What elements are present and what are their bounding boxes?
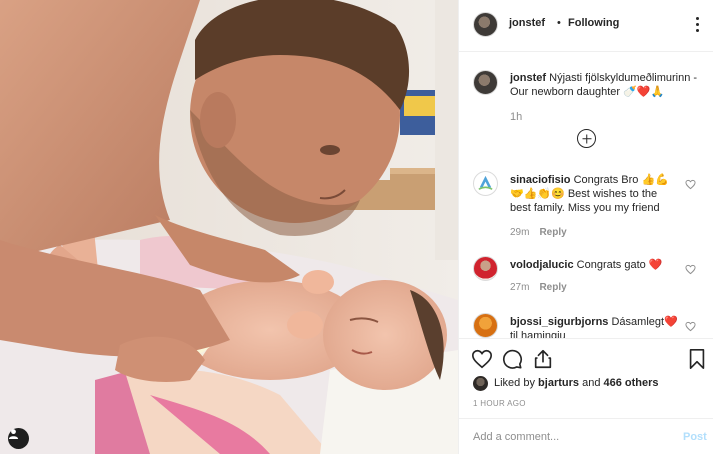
post-side-panel: jonstef • Following jonstef Nýjasti fjöl…: [458, 0, 713, 454]
likes-conjunction: and: [582, 377, 601, 389]
post-comment-button[interactable]: Post: [683, 431, 707, 443]
post-photo[interactable]: [0, 0, 458, 454]
commenter-username[interactable]: bjossi_sigurbjorns: [510, 316, 608, 328]
caption-username[interactable]: jonstef: [510, 72, 546, 84]
comment-time[interactable]: 27m: [510, 282, 529, 293]
author-avatar[interactable]: [473, 12, 498, 37]
post-header: jonstef • Following: [459, 0, 713, 52]
share-icon[interactable]: [532, 348, 554, 370]
comment-time[interactable]: 29m: [510, 227, 529, 238]
likes-others[interactable]: 466 others: [604, 377, 659, 389]
reply-button[interactable]: Reply: [539, 227, 566, 238]
reply-button[interactable]: Reply: [539, 282, 566, 293]
action-bar: [459, 338, 713, 378]
bookmark-icon[interactable]: [686, 348, 708, 370]
liker-avatar[interactable]: [473, 375, 488, 391]
comment-icon[interactable]: [501, 348, 523, 370]
comments-list[interactable]: jonstef Nýjasti fjölskyldumeðlimurinn - …: [459, 53, 713, 338]
comment-like-heart-icon[interactable]: [685, 179, 696, 190]
user-tag-icon[interactable]: [8, 428, 29, 449]
caption-avatar[interactable]: [473, 70, 498, 95]
post-photo-image: [0, 0, 458, 454]
likes-prefix: Liked by: [494, 377, 535, 389]
commenter-avatar[interactable]: [473, 171, 498, 196]
commenter-avatar[interactable]: [473, 256, 498, 281]
comment-like-heart-icon[interactable]: [685, 321, 696, 332]
comment-text: volodjalucic Congrats gato ❤️: [510, 258, 680, 272]
commenter-username[interactable]: volodjalucic: [510, 259, 574, 271]
likes-summary[interactable]: Liked by bjarturs and 466 others: [494, 377, 659, 389]
author-username[interactable]: jonstef: [509, 17, 545, 29]
comment-meta: 29m Reply: [510, 227, 567, 238]
add-comment-bar: Post: [459, 418, 713, 454]
likes-row: Liked by bjarturs and 466 others: [473, 374, 659, 392]
more-options-icon[interactable]: [690, 14, 704, 34]
add-comment-input[interactable]: [473, 429, 663, 445]
post-timestamp[interactable]: 1 HOUR AGO: [473, 399, 526, 408]
separator-dot: •: [557, 17, 561, 29]
comment-text: bjossi_sigurbjorns Dásamlegt❤️ til hamin…: [510, 315, 680, 338]
heart-icon[interactable]: [471, 348, 493, 370]
comment-meta: 27m Reply: [510, 282, 567, 293]
caption-time[interactable]: 1h: [510, 111, 522, 123]
comment-text: sinaciofisio Congrats Bro 👍💪🤝👍👏😊 Best wi…: [510, 173, 680, 215]
comment-body: Congrats gato ❤️: [576, 259, 663, 271]
commenter-username[interactable]: sinaciofisio: [510, 174, 571, 186]
liker-username[interactable]: bjarturs: [538, 377, 579, 389]
plus-circle-icon[interactable]: [577, 129, 596, 148]
comment-like-heart-icon[interactable]: [685, 264, 696, 275]
caption: jonstef Nýjasti fjölskyldumeðlimurinn - …: [510, 71, 700, 99]
commenter-avatar[interactable]: [473, 313, 498, 338]
follow-status-button[interactable]: Following: [568, 17, 619, 29]
